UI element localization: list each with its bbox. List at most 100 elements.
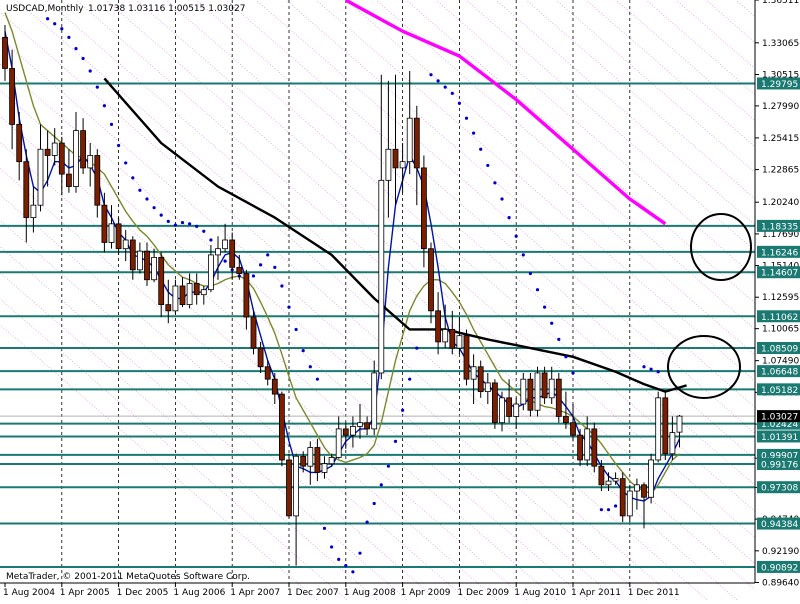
candle-body: [456, 335, 463, 349]
sar-dot: [408, 377, 412, 381]
sar-dot: [479, 147, 483, 151]
candle: [442, 304, 449, 349]
sar-dot: [493, 181, 497, 185]
candle: [23, 149, 30, 243]
candle-body: [257, 347, 264, 368]
channel-line: [405, 0, 800, 343]
candle-body: [570, 422, 576, 436]
sar-dot: [117, 143, 121, 148]
sar-dot: [599, 508, 604, 512]
sar-dot: [337, 557, 341, 561]
candle-body: [449, 329, 456, 349]
candle: [158, 252, 165, 318]
sar-dot: [109, 122, 114, 127]
sar-dot: [273, 265, 277, 269]
candle-body: [605, 480, 612, 486]
candle-body: [342, 428, 349, 436]
candle-body: [648, 459, 654, 498]
candle-body: [477, 366, 484, 393]
candle-body: [612, 478, 619, 482]
sar-dot: [379, 483, 383, 487]
sar-dot: [401, 408, 405, 412]
sar-dot: [294, 327, 298, 332]
sar-dot: [195, 224, 199, 228]
candle-body: [655, 397, 662, 461]
sar-dot: [131, 176, 135, 180]
candle-body: [669, 432, 676, 455]
candle: [619, 472, 626, 523]
time-label: 1 Dec 2009: [457, 588, 509, 598]
candle: [463, 329, 470, 386]
candle: [2, 24, 8, 81]
candle-body: [335, 428, 342, 458]
usdcad-monthly-chart: 1.36511 1.33065 1.30515 1.27990 1.25415 1.228…: [0, 0, 800, 604]
time-label: 1 Aug 2004: [3, 588, 55, 598]
channel-line: [165, 0, 800, 551]
sar-dot: [521, 253, 525, 257]
candle-body: [51, 142, 58, 156]
candle-body: [463, 335, 470, 380]
candle-body: [513, 403, 520, 417]
sar-dot: [557, 337, 561, 342]
channel-line: [225, 0, 800, 499]
candle-body: [30, 204, 37, 219]
candle: [392, 74, 399, 206]
sar-dot: [145, 197, 149, 201]
candle: [144, 242, 150, 286]
candle: [577, 428, 583, 467]
sar-dot: [53, 22, 57, 26]
sar-dot: [614, 504, 618, 508]
level-label: 1.08509: [761, 344, 798, 354]
candle: [286, 453, 292, 519]
candle: [491, 379, 498, 429]
sar-dot: [528, 271, 533, 276]
level-label: 1.05182: [761, 386, 798, 396]
candle-body: [399, 161, 406, 169]
candle-body: [9, 68, 16, 125]
candle: [591, 422, 598, 473]
candle-body: [165, 304, 172, 312]
candle: [307, 441, 314, 485]
sar-dot: [173, 223, 177, 227]
candle: [257, 341, 264, 373]
channel-line: [0, 246, 413, 604]
ma-mid-line: [4, 12, 680, 495]
candle: [314, 438, 321, 482]
candle-body: [378, 179, 385, 374]
candle-body: [73, 130, 79, 187]
candle-body: [222, 239, 229, 250]
level-label: 1.01391: [761, 433, 798, 443]
channel-line: [0, 63, 623, 604]
channel-line: [0, 89, 593, 604]
candle: [9, 49, 16, 150]
candle-body: [357, 422, 363, 427]
price-tick-label: 1.12595: [762, 293, 799, 303]
sar-dot: [344, 564, 348, 568]
candle-body: [626, 490, 633, 517]
candle-body: [44, 148, 51, 156]
price-tick-label: 1.27990: [762, 102, 799, 112]
time-label: 1 Aug 2010: [514, 588, 566, 598]
level-label: 1.11062: [761, 313, 798, 323]
channel-line: [435, 0, 800, 317]
candle: [541, 366, 548, 405]
candle-body: [442, 329, 449, 343]
candle: [484, 372, 491, 405]
sar-dot: [393, 439, 398, 443]
candle: [51, 128, 58, 166]
candle: [662, 391, 669, 460]
time-label: 1 Dec 2005: [117, 588, 169, 598]
sar-dot: [656, 370, 660, 374]
copyright-text: MetaTrader, © 2001-2011 MetaQuotes Softw…: [6, 572, 250, 582]
candle-body: [293, 455, 300, 517]
candle: [250, 310, 257, 355]
candle-body: [193, 283, 200, 296]
time-label: 1 Aug 2008: [344, 588, 396, 598]
sar-dot: [95, 85, 99, 89]
candle-body: [520, 378, 527, 405]
sar-dot: [223, 259, 227, 263]
sar-dot: [642, 365, 646, 369]
sar-dot: [457, 101, 461, 105]
candle: [222, 223, 229, 253]
candle: [470, 354, 477, 405]
